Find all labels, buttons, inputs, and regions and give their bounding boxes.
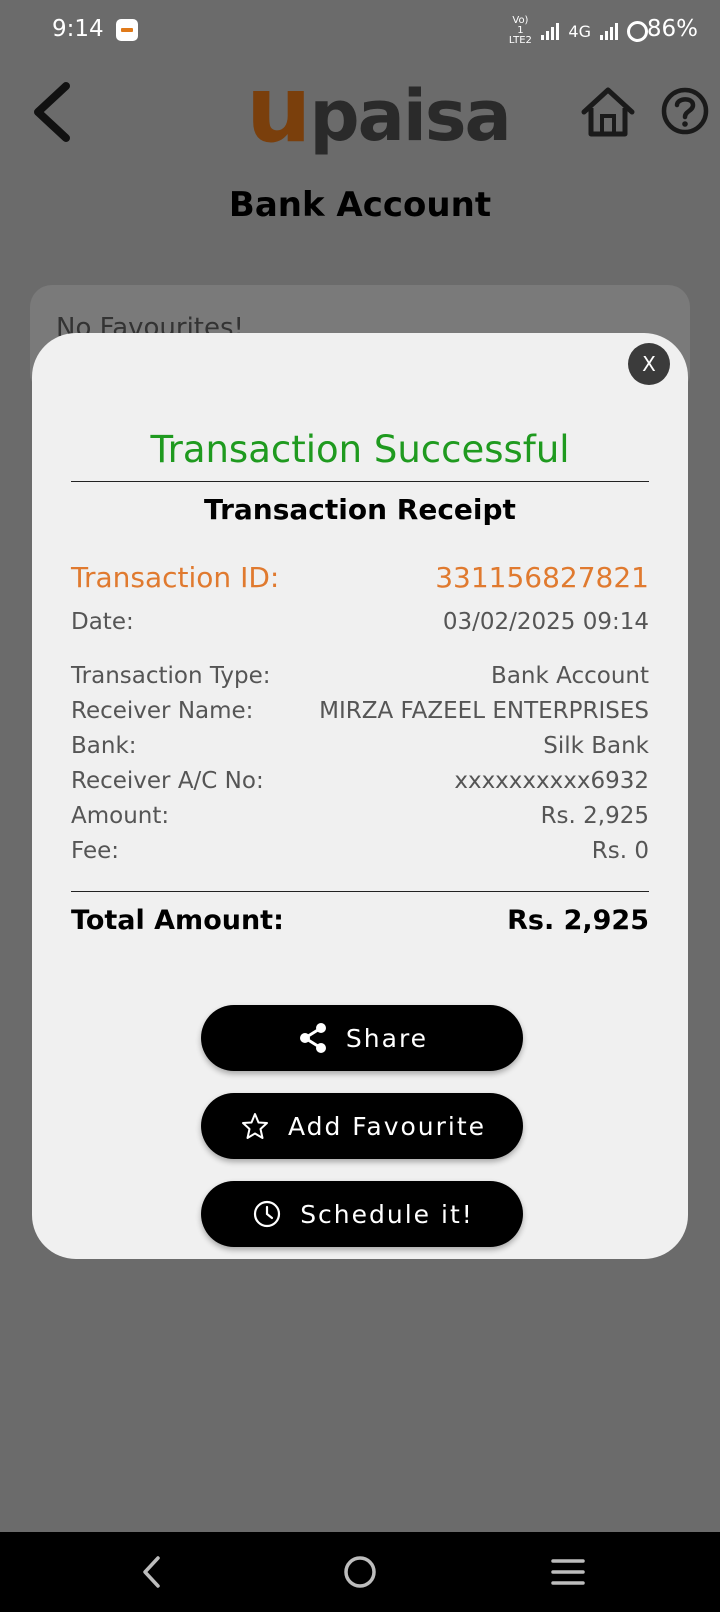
status-indicators: Vo) 1 LTE2 4G xyxy=(508,16,648,46)
success-title: Transaction Successful xyxy=(150,428,570,471)
detail-label: Amount: xyxy=(71,803,170,829)
status-time: 9:14 xyxy=(52,16,104,42)
nav-home-button[interactable] xyxy=(338,1550,382,1594)
schedule-button[interactable]: Schedule it! xyxy=(201,1181,523,1247)
detail-value: Silk Bank xyxy=(543,733,649,759)
page-title: Bank Account xyxy=(228,185,492,225)
detail-row: Bank: Silk Bank xyxy=(71,733,649,759)
battery-saver-icon xyxy=(627,20,648,42)
nav-back-icon xyxy=(143,1556,160,1588)
detail-value: Rs. 0 xyxy=(591,838,649,864)
transaction-id-row: Transaction ID: 331156827821 xyxy=(71,561,649,594)
detail-value: xxxxxxxxxx6932 xyxy=(454,768,649,794)
detail-row: Receiver A/C No: xxxxxxxxxx6932 xyxy=(71,768,649,794)
divider xyxy=(71,481,649,482)
system-nav-bar xyxy=(0,1532,720,1612)
signal-icon xyxy=(541,22,560,40)
detail-label: Transaction Type: xyxy=(71,663,271,689)
transaction-receipt-dialog: X Transaction Successful Transaction Rec… xyxy=(32,333,688,1259)
logo-u: u xyxy=(246,56,311,163)
status-bar: 9:14 Vo) 1 LTE2 4G 86% xyxy=(0,0,720,58)
date-label: Date: xyxy=(71,609,134,635)
total-row: Total Amount: Rs. 2,925 xyxy=(71,905,649,936)
detail-value: Rs. 2,925 xyxy=(540,803,649,829)
back-button[interactable] xyxy=(30,82,80,142)
back-arrow-icon xyxy=(34,82,70,142)
detail-row: Fee: Rs. 0 xyxy=(71,838,649,864)
divider xyxy=(71,891,649,892)
detail-label: Fee: xyxy=(71,838,120,864)
share-icon xyxy=(296,1021,330,1055)
volte-indicator: Vo) 1 LTE2 xyxy=(508,15,532,46)
nav-back-button[interactable] xyxy=(131,1550,175,1594)
share-button[interactable]: Share xyxy=(201,1005,523,1071)
nav-menu-icon xyxy=(551,1559,585,1585)
nav-home-icon xyxy=(344,1556,376,1588)
battery-percent: 86% xyxy=(646,16,698,42)
schedule-label: Schedule it! xyxy=(300,1199,474,1229)
share-label: Share xyxy=(345,1023,429,1053)
add-favourite-button[interactable]: Add Favourite xyxy=(201,1093,523,1159)
help-icon xyxy=(661,87,709,135)
logo-text: paisa xyxy=(309,75,512,157)
detail-label: Receiver A/C No: xyxy=(71,768,264,794)
detail-row: Amount: Rs. 2,925 xyxy=(71,803,649,829)
network-type: 4G xyxy=(568,21,591,41)
home-button[interactable] xyxy=(580,84,636,140)
transaction-id-label: Transaction ID: xyxy=(71,561,280,594)
close-button[interactable]: X xyxy=(628,343,670,385)
star-icon xyxy=(238,1109,272,1143)
upaisa-notification-icon xyxy=(116,19,138,41)
total-label: Total Amount: xyxy=(71,905,284,936)
signal-icon-2 xyxy=(600,22,618,40)
total-value: Rs. 2,925 xyxy=(507,905,649,936)
detail-value: MIRZA FAZEEL ENTERPRISES xyxy=(319,698,649,724)
receipt-title: Transaction Receipt xyxy=(204,493,516,526)
detail-row: Receiver Name: MIRZA FAZEEL ENTERPRISES xyxy=(71,698,649,724)
clock-icon xyxy=(250,1197,284,1231)
transaction-id-value: 331156827821 xyxy=(435,561,649,594)
add-favourite-label: Add Favourite xyxy=(287,1111,487,1141)
date-row: Date: 03/02/2025 09:14 xyxy=(71,609,649,635)
nav-menu-button[interactable] xyxy=(546,1550,590,1594)
detail-label: Bank: xyxy=(71,733,137,759)
upaisa-logo: u paisa xyxy=(246,56,512,163)
date-value: 03/02/2025 09:14 xyxy=(442,609,649,635)
detail-row: Transaction Type: Bank Account xyxy=(71,663,649,689)
detail-label: Receiver Name: xyxy=(71,698,254,724)
home-icon xyxy=(581,87,635,137)
help-button[interactable] xyxy=(660,86,710,136)
detail-value: Bank Account xyxy=(491,663,649,689)
